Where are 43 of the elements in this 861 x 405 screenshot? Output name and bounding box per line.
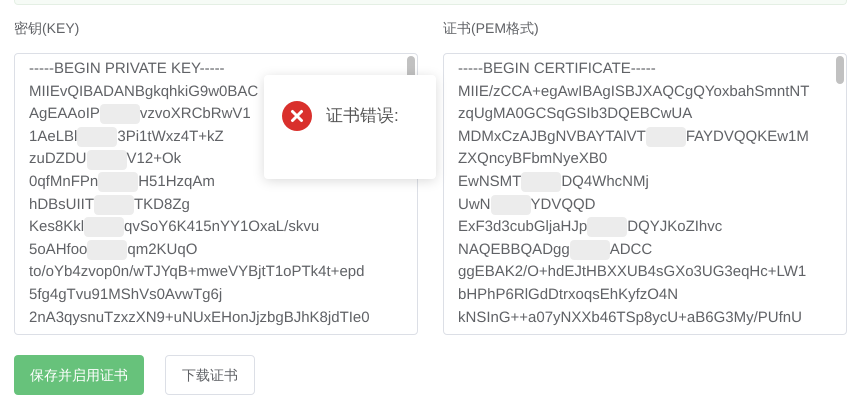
code-line: V12+Ok [126, 149, 182, 170]
code-line: 0qfMnFPn [29, 172, 98, 192]
code-line: H51HzqAm [138, 172, 215, 192]
code-line: kNSInG++a07yNXXb46TSp8ycU+aB6G3My/PUfnU [458, 308, 802, 328]
code-line: MDMxCzAJBgNVBAYTAlVT [458, 126, 646, 147]
code-line: YDVQQD [530, 194, 596, 215]
code-line: ggEBAK2/O+hdEJtHBXXUB4sGXo3UG3eqHc+LW1 [458, 262, 806, 282]
code-line: hDBsUIIT [29, 194, 94, 215]
code-line: qvSoY6K415nYY1OxaL/skvu [124, 217, 320, 238]
code-line: EwNSMT [458, 172, 522, 192]
code-line: DQYJKoZIhvc [627, 217, 722, 238]
code-line: UwN [458, 194, 490, 215]
code-line: AgEAAoIP [29, 104, 100, 124]
code-line: zqUgMA0GCSqGSIb3DQEBCwUA [458, 104, 692, 124]
code-line: 1AeLBl [29, 126, 78, 147]
code-line: 3Pi1tWxz4T+kZ [117, 126, 224, 147]
code-line: ExF3d3cubGljaHJp [458, 217, 588, 238]
close-icon [282, 101, 312, 131]
code-line: Kes8Kkl [29, 217, 84, 238]
code-line: 2nA3qysnuTzxzXN9+uNUxEHonJjzbgBJhK8jdTIe0 [29, 308, 370, 328]
code-line: NAQEBBQADgg [458, 240, 570, 260]
code-line: bHPhP6RlGdDtrxoqsEhKyfzO4N [458, 284, 678, 305]
code-line: to/oYb4zvop0n/wTJYqB+mweVYBjtT1oPTk4t+epd [29, 262, 364, 282]
code-line: 5fg4gTvu91MShVs0AvwTg6j [29, 284, 222, 305]
code-line: MIIEvQIBADANBgkqhkiG9w0BAC [29, 82, 258, 102]
code-line: TKD8Zg [134, 194, 190, 215]
code-line: ADCC [610, 240, 652, 260]
code-line: -----BEGIN PRIVATE KEY----- [29, 59, 225, 80]
code-line: qm2KUqO [127, 240, 198, 260]
code-line: 5oAHfoo [29, 240, 88, 260]
code-line: MIIE/zCCA+egAwIBAgISBJXAQCgQYoxbahSmntNT [458, 82, 810, 102]
code-line: FAYDVQQKEw1M [686, 126, 809, 147]
field-label: 证书(PEM格式) [443, 19, 539, 38]
code-line: ZXQncyBFbmNyeXB0 [458, 149, 608, 170]
download-button[interactable]: 下载证书 [165, 355, 255, 395]
toast-message: 证书错误: [326, 105, 399, 127]
code-line: -----BEGIN CERTIFICATE----- [458, 59, 656, 80]
field-label: 密钥(KEY) [14, 19, 80, 38]
certificate-textarea[interactable] [443, 53, 847, 335]
code-line: zuDZDU [29, 149, 87, 170]
scrollbar-thumb[interactable] [836, 56, 844, 84]
code-line: vzvoXRCbRwV1 [140, 104, 251, 124]
code-line: DQ4WhcNMj [561, 172, 649, 192]
